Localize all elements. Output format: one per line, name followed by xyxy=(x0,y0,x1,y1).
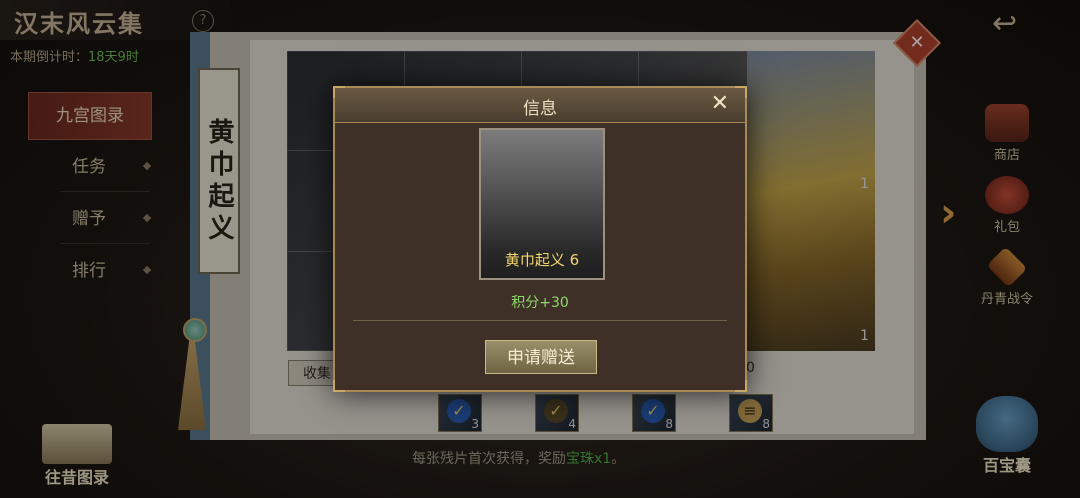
request-gift-label: 申请赠送 xyxy=(507,348,575,368)
dialog-divider xyxy=(353,320,727,321)
card-name: 黄巾起义 6 xyxy=(504,251,580,269)
close-icon[interactable]: ✕ xyxy=(711,91,729,116)
dialog-header: 信息 ✕ xyxy=(335,88,745,123)
info-dialog: 信息 ✕ 黄巾起义 6 积分+30 申请赠送 xyxy=(333,86,747,392)
dialog-title: 信息 xyxy=(523,99,557,119)
request-gift-button[interactable]: 申请赠送 xyxy=(485,340,597,374)
corner-ornament xyxy=(333,380,345,392)
corner-ornament xyxy=(735,380,747,392)
points-reward: 积分+30 xyxy=(511,295,569,311)
fragment-card: 黄巾起义 6 xyxy=(479,128,605,280)
